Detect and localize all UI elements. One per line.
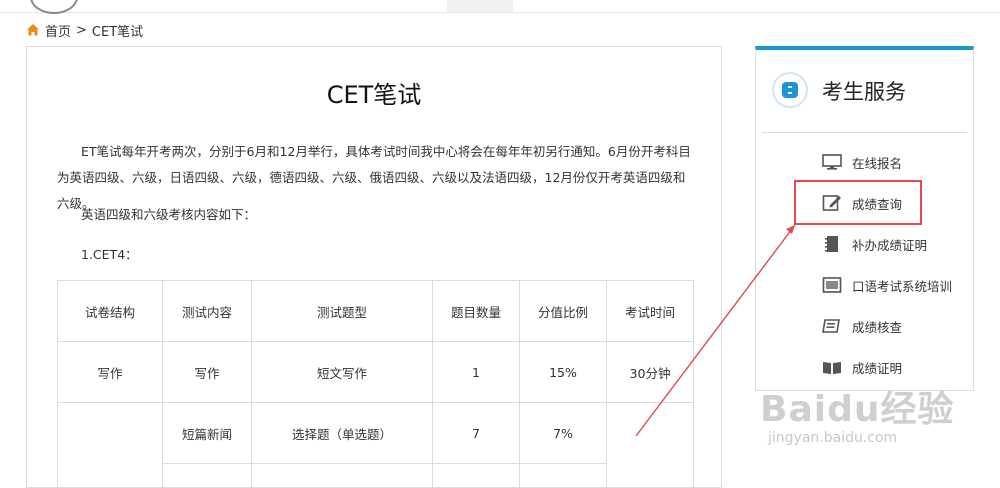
cet4-table: 试卷结构 测试内容 测试题型 题目数量 分值比例 考试时间 写作 写作 短文写作… [57,280,694,488]
table-header-cell: 测试内容 [163,281,252,342]
table-cell: 写作 [163,342,252,403]
table-cell [163,464,252,488]
breadcrumb-home-link[interactable]: 首页 [45,21,71,40]
breadcrumb-current: CET笔试 [92,21,143,40]
table-row: 写作 写作 短文写作 1 15% 30分钟 [58,342,694,403]
breadcrumb: 首页 > CET笔试 [26,20,143,40]
sidebar-item-label: 口语考试系统培训 [852,276,952,295]
monitor-icon [822,153,842,171]
table-cell: 7 [433,403,520,464]
table-row: 短篇新闻 选择题（单选题） 7 7% [58,403,694,464]
nav-tab-active[interactable] [447,0,513,12]
table-cell [607,403,694,488]
sidebar-title: 考生服务 [822,76,906,106]
table-header-cell: 分值比例 [520,281,607,342]
content-intro: 英语四级和六级考核内容如下： [57,202,697,228]
table-cell: 短篇新闻 [163,403,252,464]
sidebar-item-reissue-certificate[interactable]: 补办成绩证明 [822,232,927,256]
highlight-box [794,180,922,225]
table-header-cell: 题目数量 [433,281,520,342]
table-cell: 7% [520,403,607,464]
sidebar-item-label: 成绩核查 [852,317,902,336]
services-icon [772,72,808,108]
section-heading: 1.CET4： [57,242,697,268]
top-header [0,0,1000,13]
watermark-url: jingyan.baidu.com [768,430,897,446]
table-cell: 1 [433,342,520,403]
sidebar-item-score-certificate[interactable]: 成绩证明 [822,355,902,379]
table-header-row: 试卷结构 测试内容 测试题型 题目数量 分值比例 考试时间 [58,281,694,342]
sidebar-item-label: 成绩证明 [852,358,902,377]
table-cell: 写作 [58,342,163,403]
watermark-brand: Baidu经验 [760,380,954,432]
notebook-icon [822,235,842,253]
sidebar-item-label: 在线报名 [852,153,902,172]
sidebar-item-label: 补办成绩证明 [852,235,927,254]
table-cell: 30分钟 [607,342,694,403]
table-cell [433,464,520,488]
article-panel: CET笔试 ET笔试每年开考两次，分别于6月和12月举行，具体考试时间我中心将会… [26,46,722,488]
open-book-icon [822,358,842,376]
sidebar-item-oral-exam-training[interactable]: 口语考试系统培训 [822,273,952,297]
breadcrumb-separator: > [76,23,87,38]
table-cell [252,464,433,488]
table-header-cell: 考试时间 [607,281,694,342]
table-cell [58,403,163,488]
book-icon [822,317,842,335]
sidebar-header: 考生服务 [756,70,973,114]
sidebar-item-score-verification[interactable]: 成绩核查 [822,314,902,338]
sidebar-item-online-registration[interactable]: 在线报名 [822,150,902,174]
sidebar-divider [762,132,967,133]
watermark: Baidu经验 jingyan.baidu.com [760,380,960,470]
table-cell: 短文写作 [252,342,433,403]
table-cell: 15% [520,342,607,403]
logo[interactable] [30,0,78,14]
home-icon [26,23,40,37]
table-header-cell: 测试题型 [252,281,433,342]
table-cell [520,464,607,488]
window-icon [822,276,842,294]
table-header-cell: 试卷结构 [58,281,163,342]
table-cell: 选择题（单选题） [252,403,433,464]
page-title: CET笔试 [27,75,721,110]
